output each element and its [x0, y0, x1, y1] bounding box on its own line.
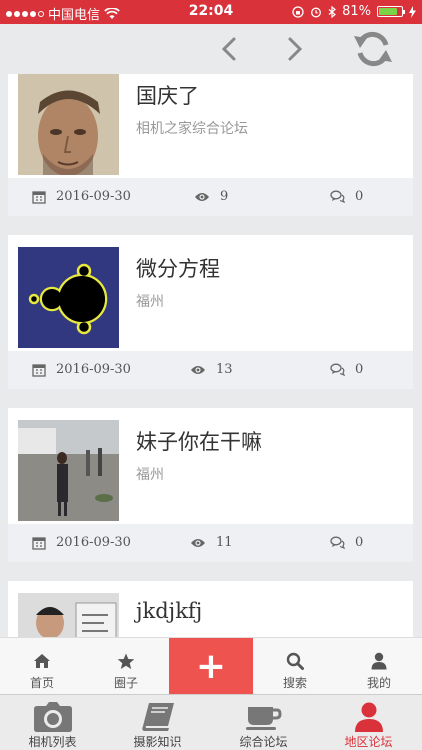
star-icon [117, 653, 135, 669]
tab-circle-label: 圈子 [113, 676, 138, 690]
post-comments: 0 [330, 535, 363, 550]
post-views: 13 [190, 362, 233, 377]
nav-forum-label: 综合论坛 [239, 735, 288, 749]
search-icon [286, 652, 304, 670]
post-title: jkdjkfj [136, 599, 203, 623]
eye-icon [191, 365, 205, 374]
tab-search-label: 搜索 [282, 676, 307, 690]
nav-photo-knowledge[interactable]: 摄影知识 [105, 695, 210, 750]
comment-icon [330, 363, 345, 376]
post-views: 9 [194, 189, 228, 204]
post-thumbnail [18, 593, 119, 637]
status-bar: 中国电信 22:04 81% [0, 0, 422, 24]
post-meta: 2016-09-30 11 0 [8, 524, 413, 562]
user-icon [371, 652, 387, 670]
post-meta: 2016-09-30 9 0 [8, 178, 413, 216]
charging-icon [409, 5, 416, 18]
user-icon [354, 702, 383, 732]
eye-icon [195, 192, 209, 201]
tab-home-label: 首页 [29, 676, 54, 690]
tab-circle[interactable]: 圈子 [84, 638, 168, 695]
post-forum: 福州 [136, 294, 164, 310]
top-nav-bar [0, 24, 422, 74]
post-date: 2016-09-30 [32, 189, 131, 204]
post-card[interactable]: 妹子你在干嘛 福州 2016-09-30 11 0 [8, 408, 413, 562]
refresh-icon[interactable] [352, 30, 394, 68]
post-thumbnail [18, 74, 119, 175]
tab-mine[interactable]: 我的 [337, 638, 421, 695]
post-title: 国庆了 [136, 84, 199, 108]
nav-camera-list[interactable]: 相机列表 [0, 695, 105, 750]
alarm-icon [311, 7, 322, 17]
status-right: 81% [292, 4, 416, 19]
nav-region-forum[interactable]: 地区论坛 [316, 695, 421, 750]
calendar-icon [32, 190, 46, 204]
nav-region-forum-label: 地区论坛 [344, 735, 393, 749]
new-post-button[interactable]: + [169, 638, 253, 695]
post-meta: 2016-09-30 13 0 [8, 351, 413, 389]
post-list: 国庆了 相机之家综合论坛 2016-09-30 9 0 微分方程 福州 2016… [8, 74, 413, 637]
chevron-right-icon[interactable] [280, 34, 308, 64]
tab-mine-label: 我的 [366, 676, 391, 690]
post-title: 微分方程 [136, 257, 220, 281]
comment-icon [330, 190, 345, 203]
post-card[interactable]: 微分方程 福州 2016-09-30 13 0 [8, 235, 413, 389]
post-thumbnail [18, 247, 119, 348]
calendar-icon [32, 363, 46, 377]
post-forum: 相机之家综合论坛 [136, 121, 248, 137]
post-thumbnail [18, 420, 119, 521]
plus-icon: + [195, 646, 227, 687]
book-icon [141, 703, 174, 731]
battery-icon [377, 6, 405, 17]
post-comments: 0 [330, 362, 363, 377]
tab-search[interactable]: 搜索 [253, 638, 337, 695]
eye-icon [191, 538, 205, 547]
home-icon [34, 654, 50, 668]
orientation-lock-icon [292, 5, 304, 18]
tab-home[interactable]: 首页 [0, 638, 84, 695]
post-card[interactable]: 国庆了 相机之家综合论坛 2016-09-30 9 0 [8, 74, 413, 216]
nav-camera-list-label: 相机列表 [28, 735, 77, 749]
calendar-icon [32, 536, 46, 550]
app-bottom-nav: 相机列表 摄影知识 综合论坛 地区论坛 [0, 694, 422, 750]
camera-icon [33, 702, 72, 732]
post-date: 2016-09-30 [32, 535, 131, 550]
bluetooth-icon [328, 5, 337, 18]
battery-percent: 81% [342, 4, 371, 19]
post-title: 妹子你在干嘛 [136, 430, 262, 454]
nav-photo-knowledge-label: 摄影知识 [133, 735, 182, 749]
coffee-cup-icon [245, 707, 282, 730]
post-date: 2016-09-30 [32, 362, 131, 377]
post-forum: 福州 [136, 467, 164, 483]
chevron-left-icon[interactable] [216, 34, 244, 64]
comment-icon [330, 536, 345, 549]
post-card[interactable]: jkdjkfj [8, 581, 413, 637]
nav-forum[interactable]: 综合论坛 [211, 695, 316, 750]
post-views: 11 [190, 535, 233, 550]
tab-bar: 首页 圈子 + 搜索 我的 [0, 637, 422, 695]
post-comments: 0 [330, 189, 363, 204]
